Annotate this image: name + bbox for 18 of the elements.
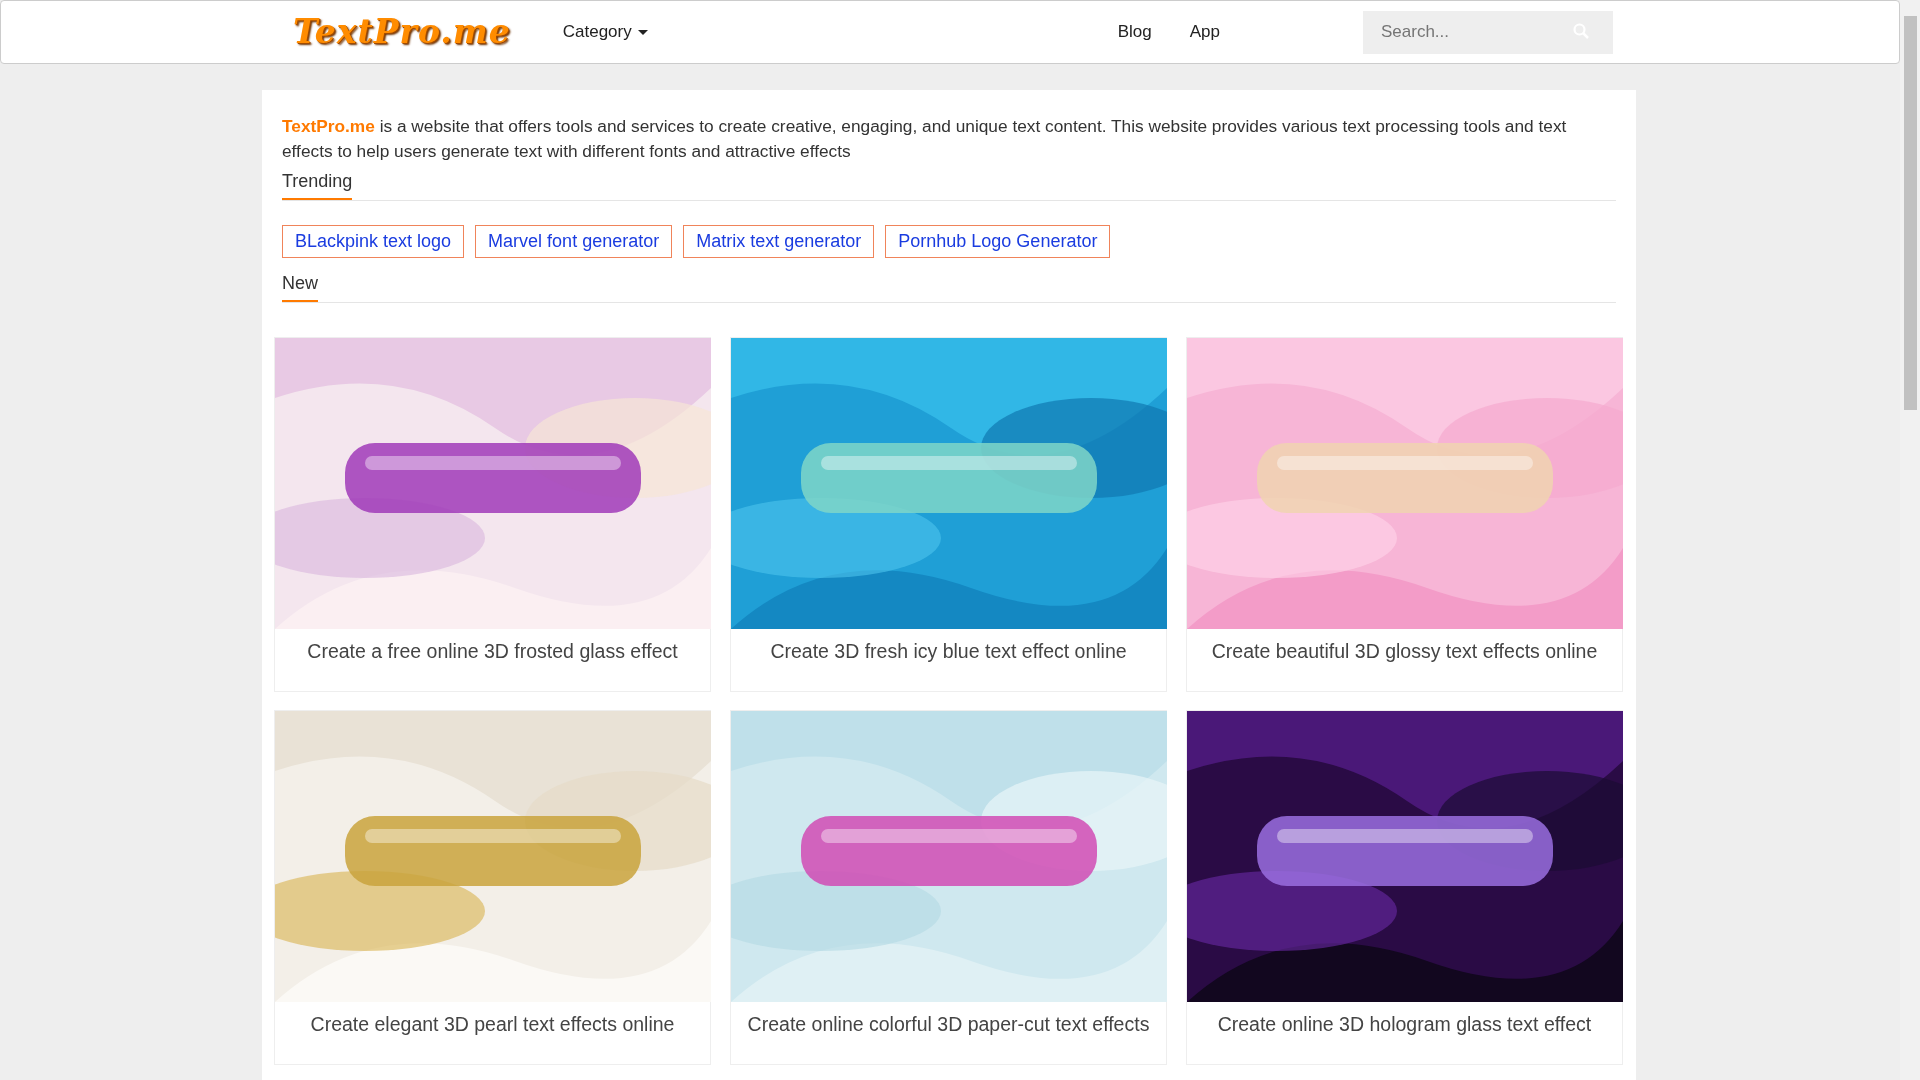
dropdown-button[interactable]: Category [562, 19, 648, 45]
card-title[interactable]: Create elegant 3D pearl text effects online [275, 1010, 710, 1040]
section-heading: New [282, 270, 318, 302]
nav-link[interactable]: App [1189, 19, 1220, 45]
card-title[interactable]: Create a free online 3D frosted glass effect [275, 637, 710, 667]
nav-link[interactable]: Blog [1117, 19, 1152, 45]
tag-link[interactable]: Pornhub Logo Generator [885, 225, 1111, 258]
card-title[interactable]: Create 3D fresh icy blue text effect online [731, 637, 1166, 667]
card-title[interactable]: Create online colorful 3D paper-cut text effects [731, 1010, 1166, 1040]
card-title[interactable]: Create online 3D hologram glass text effect [1187, 1010, 1622, 1040]
section-heading: Trending [282, 168, 353, 200]
scrollbar-thumb[interactable] [1904, 16, 1917, 410]
card-title[interactable]: Create beautiful 3D glossy text effects online [1187, 637, 1622, 667]
search-field[interactable]: Search... [1363, 10, 1613, 54]
tag-link[interactable]: Matrix text generator [683, 225, 875, 258]
intro-text: TextPro.me is a website that offers tools and services to create creative, engaging, and unique text content. This website provides various text processing tools and text effects to help users generate text with different fonts and attractive effects [281, 115, 1568, 163]
tag-link[interactable]: BLackpink text logo [282, 225, 465, 258]
tag-link[interactable]: Marvel font generator [475, 225, 673, 258]
